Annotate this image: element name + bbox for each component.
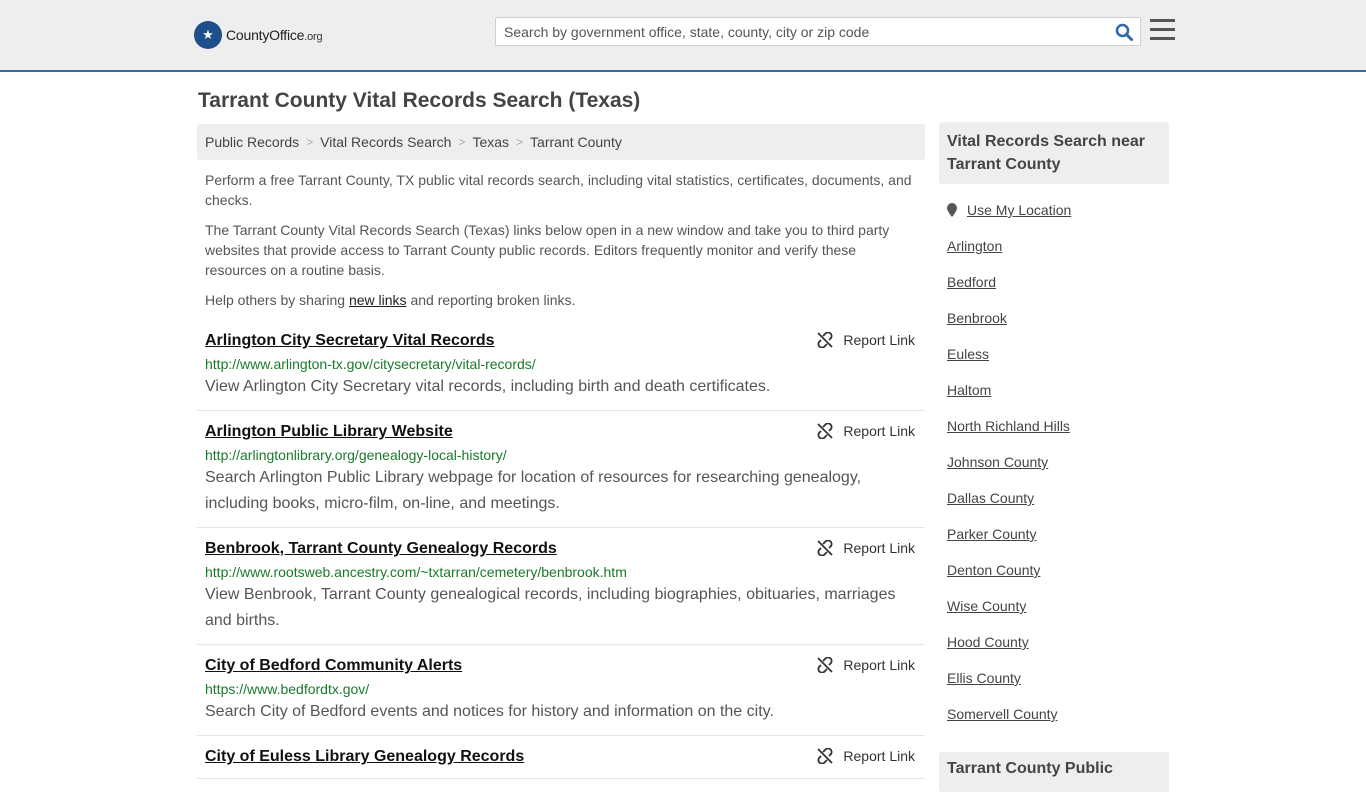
sidebar-item-somervell-county[interactable]: Somervell County bbox=[947, 696, 1161, 732]
report-link-button[interactable]: Report Link bbox=[817, 748, 915, 764]
breadcrumb-separator-icon: > bbox=[306, 135, 314, 149]
list-item: Arlington Public Library Website http://… bbox=[197, 411, 925, 528]
sidebar-item-arlington[interactable]: Arlington bbox=[947, 228, 1161, 264]
broken-link-icon bbox=[817, 657, 834, 673]
record-url: http://www.arlington-tx.gov/citysecretar… bbox=[205, 356, 536, 372]
record-title-link[interactable]: City of Bedford Community Alerts bbox=[205, 655, 462, 677]
intro-text: Perform a free Tarrant County, TX public… bbox=[197, 160, 925, 310]
report-link-label: Report Link bbox=[843, 748, 915, 764]
sidebar-item-dallas-county[interactable]: Dallas County bbox=[947, 480, 1161, 516]
map-pin-icon bbox=[947, 203, 957, 217]
record-title-link[interactable]: Benbrook, Tarrant County Genealogy Recor… bbox=[205, 538, 557, 560]
broken-link-icon bbox=[817, 423, 834, 439]
report-link-button[interactable]: Report Link bbox=[817, 332, 915, 348]
report-link-label: Report Link bbox=[843, 657, 915, 673]
intro-paragraph-1: Perform a free Tarrant County, TX public… bbox=[205, 172, 912, 208]
sidebar-item-denton-county[interactable]: Denton County bbox=[947, 552, 1161, 588]
breadcrumb: Public Records > Vital Records Search > … bbox=[197, 124, 925, 160]
sidebar-item-bedford[interactable]: Bedford bbox=[947, 264, 1161, 300]
broken-link-icon bbox=[817, 748, 834, 764]
record-description: Search Arlington Public Library webpage … bbox=[205, 469, 862, 512]
record-title-link[interactable]: City of Euless Library Genealogy Records bbox=[205, 746, 524, 768]
broken-link-icon bbox=[817, 540, 834, 556]
sidebar: Vital Records Search near Tarrant County… bbox=[939, 122, 1169, 792]
search-icon[interactable] bbox=[1115, 23, 1133, 41]
breadcrumb-vital-records[interactable]: Vital Records Search bbox=[320, 134, 451, 150]
breadcrumb-public-records[interactable]: Public Records bbox=[205, 134, 299, 150]
sidebar-heading: Vital Records Search near Tarrant County bbox=[939, 122, 1169, 184]
report-link-label: Report Link bbox=[843, 332, 915, 348]
site-header: ★ CountyOffice.org bbox=[0, 0, 1366, 72]
intro-paragraph-3: Help others by sharing new links and rep… bbox=[205, 292, 576, 308]
list-item: City of Bedford Community Alerts https:/… bbox=[197, 645, 925, 736]
search-input[interactable] bbox=[496, 18, 1106, 45]
broken-link-icon bbox=[817, 332, 834, 348]
report-link-button[interactable]: Report Link bbox=[817, 423, 915, 439]
main-content: Public Records > Vital Records Search > … bbox=[197, 124, 925, 779]
new-links-link[interactable]: new links bbox=[349, 292, 407, 308]
sidebar-item-hood-county[interactable]: Hood County bbox=[947, 624, 1161, 660]
sidebar-item-benbrook[interactable]: Benbrook bbox=[947, 300, 1161, 336]
report-link-label: Report Link bbox=[843, 540, 915, 556]
sidebar-item-wise-county[interactable]: Wise County bbox=[947, 588, 1161, 624]
page-title: Tarrant County Vital Records Search (Tex… bbox=[198, 89, 641, 112]
record-description: View Arlington City Secretary vital reco… bbox=[205, 378, 771, 395]
record-title-link[interactable]: Arlington Public Library Website bbox=[205, 421, 453, 443]
use-my-location-link[interactable]: Use My Location bbox=[947, 192, 1161, 228]
report-link-button[interactable]: Report Link bbox=[817, 657, 915, 673]
breadcrumb-separator-icon: > bbox=[516, 135, 524, 149]
list-item: Benbrook, Tarrant County Genealogy Recor… bbox=[197, 528, 925, 645]
site-logo[interactable]: ★ CountyOffice.org bbox=[194, 20, 323, 50]
eagle-seal-icon: ★ bbox=[194, 21, 222, 49]
record-description: View Benbrook, Tarrant County genealogic… bbox=[205, 586, 896, 629]
report-link-label: Report Link bbox=[843, 423, 915, 439]
record-url: https://www.bedfordtx.gov/ bbox=[205, 681, 370, 697]
record-url: http://arlingtonlibrary.org/genealogy-lo… bbox=[205, 447, 507, 463]
list-item: City of Euless Library Genealogy Records… bbox=[197, 736, 925, 779]
sidebar-item-haltom[interactable]: Haltom bbox=[947, 372, 1161, 408]
hamburger-menu-icon[interactable] bbox=[1150, 19, 1175, 41]
record-description: Search City of Bedford events and notice… bbox=[205, 703, 774, 720]
sidebar-item-ellis-county[interactable]: Ellis County bbox=[947, 660, 1161, 696]
sidebar-heading-2: Tarrant County Public bbox=[939, 752, 1169, 792]
search-box bbox=[495, 17, 1141, 46]
logo-text: CountyOffice.org bbox=[226, 27, 323, 43]
record-title-link[interactable]: Arlington City Secretary Vital Records bbox=[205, 330, 495, 352]
intro-paragraph-2: The Tarrant County Vital Records Search … bbox=[205, 222, 890, 278]
report-link-button[interactable]: Report Link bbox=[817, 540, 915, 556]
breadcrumb-separator-icon: > bbox=[458, 135, 466, 149]
breadcrumb-texas[interactable]: Texas bbox=[472, 134, 509, 150]
sidebar-item-north-richland-hills[interactable]: North Richland Hills bbox=[947, 408, 1161, 444]
sidebar-item-parker-county[interactable]: Parker County bbox=[947, 516, 1161, 552]
record-url: http://www.rootsweb.ancestry.com/~txtarr… bbox=[205, 564, 627, 580]
list-item: Arlington City Secretary Vital Records h… bbox=[197, 320, 925, 411]
breadcrumb-tarrant-county: Tarrant County bbox=[530, 134, 622, 150]
records-list: Arlington City Secretary Vital Records h… bbox=[197, 320, 925, 779]
sidebar-item-johnson-county[interactable]: Johnson County bbox=[947, 444, 1161, 480]
sidebar-item-euless[interactable]: Euless bbox=[947, 336, 1161, 372]
sidebar-list: Use My Location Arlington Bedford Benbro… bbox=[939, 192, 1169, 732]
